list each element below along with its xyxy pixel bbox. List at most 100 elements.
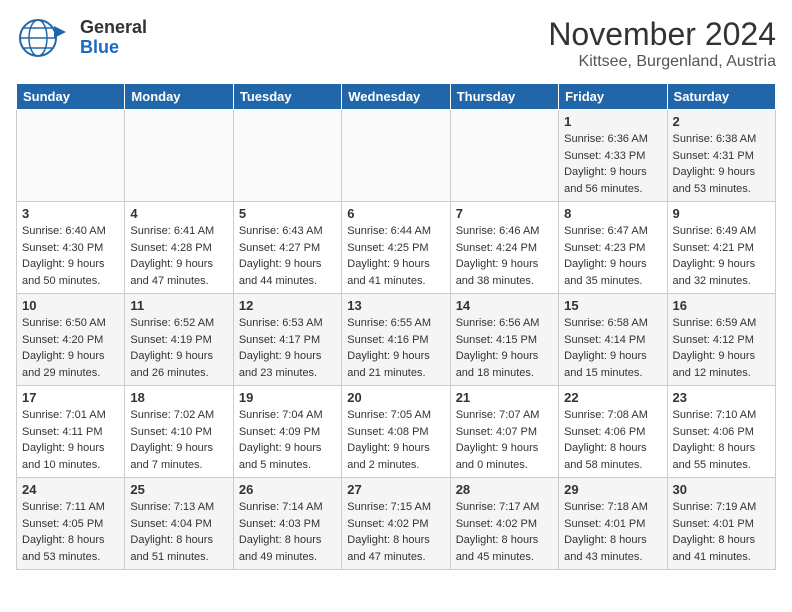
day-info-line: and 21 minutes. (347, 365, 444, 382)
day-info: Sunrise: 7:07 AMSunset: 4:07 PMDaylight:… (456, 407, 553, 473)
day-info-line: and 7 minutes. (130, 457, 227, 474)
day-info-line: Sunrise: 6:59 AM (673, 315, 770, 332)
day-info-line: Sunset: 4:02 PM (456, 516, 553, 533)
calendar-cell: 14 Sunrise: 6:56 AMSunset: 4:15 PMDayligh… (450, 294, 558, 386)
day-number: 6 (347, 206, 444, 221)
day-number: 10 (22, 298, 119, 313)
day-info-line: Sunrise: 6:44 AM (347, 223, 444, 240)
day-info-line: and 44 minutes. (239, 273, 336, 290)
day-info-line: Sunrise: 7:11 AM (22, 499, 119, 516)
day-info-line: and 41 minutes. (673, 549, 770, 566)
day-info-line: Sunset: 4:14 PM (564, 332, 661, 349)
day-info-line: Daylight: 9 hours (456, 256, 553, 273)
day-number: 14 (456, 298, 553, 313)
day-info-line: Sunset: 4:06 PM (564, 424, 661, 441)
day-info-line: Sunset: 4:33 PM (564, 148, 661, 165)
day-number: 22 (564, 390, 661, 405)
day-info-line: Sunrise: 6:41 AM (130, 223, 227, 240)
day-info: Sunrise: 7:01 AMSunset: 4:11 PMDaylight:… (22, 407, 119, 473)
day-info-line: and 23 minutes. (239, 365, 336, 382)
calendar-cell: 15Sunrise: 6:58 AMSunset: 4:14 PMDayligh… (559, 294, 667, 386)
day-info-line: Daylight: 9 hours (22, 256, 119, 273)
day-info-line: and 35 minutes. (564, 273, 661, 290)
calendar-cell: 1Sunrise: 6:36 AMSunset: 4:33 PMDaylight… (559, 110, 667, 202)
day-info-line: and 18 minutes. (456, 365, 553, 382)
calendar-cell: 7Sunrise: 6:46 AMSunset: 4:24 PMDaylight… (450, 202, 558, 294)
calendar-cell: 6Sunrise: 6:44 AMSunset: 4:25 PMDaylight… (342, 202, 450, 294)
day-info-line: Sunrise: 6:49 AM (673, 223, 770, 240)
day-number: 7 (456, 206, 553, 221)
calendar-cell: 11Sunrise: 6:52 AMSunset: 4:19 PMDayligh… (125, 294, 233, 386)
day-info-line: and 45 minutes. (456, 549, 553, 566)
day-info: Sunrise: 6:36 AMSunset: 4:33 PMDaylight:… (564, 131, 661, 197)
day-info-line: Sunrise: 7:19 AM (673, 499, 770, 516)
day-info-line: Daylight: 9 hours (673, 164, 770, 181)
day-info: Sunrise: 6:47 AMSunset: 4:23 PMDaylight:… (564, 223, 661, 289)
weekday-header-thursday: Thursday (450, 84, 558, 110)
weekday-header-tuesday: Tuesday (233, 84, 341, 110)
day-info-line: Sunrise: 6:43 AM (239, 223, 336, 240)
day-info-line: Sunset: 4:27 PM (239, 240, 336, 257)
day-info-line: Sunrise: 6:36 AM (564, 131, 661, 148)
day-number: 25 (130, 482, 227, 497)
day-info: Sunrise: 6:43 AMSunset: 4:27 PMDaylight:… (239, 223, 336, 289)
day-info-line: Daylight: 9 hours (347, 348, 444, 365)
day-info: Sunrise: 7:11 AMSunset: 4:05 PMDaylight:… (22, 499, 119, 565)
day-info-line: Sunrise: 6:52 AM (130, 315, 227, 332)
day-info-line: Daylight: 9 hours (22, 440, 119, 457)
calendar-cell: 26Sunrise: 7:14 AMSunset: 4:03 PMDayligh… (233, 478, 341, 570)
calendar-cell: 24Sunrise: 7:11 AMSunset: 4:05 PMDayligh… (17, 478, 125, 570)
day-info-line: Sunrise: 7:15 AM (347, 499, 444, 516)
day-number: 23 (673, 390, 770, 405)
day-info: Sunrise: 6:59 AMSunset: 4:12 PMDaylight:… (673, 315, 770, 381)
day-info-line: Daylight: 9 hours (673, 256, 770, 273)
calendar-cell: 5Sunrise: 6:43 AMSunset: 4:27 PMDaylight… (233, 202, 341, 294)
day-number: 20 (347, 390, 444, 405)
day-info-line: Sunset: 4:17 PM (239, 332, 336, 349)
calendar-cell: 12Sunrise: 6:53 AMSunset: 4:17 PMDayligh… (233, 294, 341, 386)
day-info-line: Sunrise: 7:04 AM (239, 407, 336, 424)
day-info: Sunrise: 7:05 AMSunset: 4:08 PMDaylight:… (347, 407, 444, 473)
day-info-line: Sunset: 4:15 PM (456, 332, 553, 349)
day-info-line: Sunrise: 6:47 AM (564, 223, 661, 240)
day-info-line: and 2 minutes. (347, 457, 444, 474)
day-info-line: and 49 minutes. (239, 549, 336, 566)
day-info: Sunrise: 6:56 AMSunset: 4:15 PMDaylight:… (456, 315, 553, 381)
day-number: 3 (22, 206, 119, 221)
calendar-cell: 27Sunrise: 7:15 AMSunset: 4:02 PMDayligh… (342, 478, 450, 570)
day-info-line: and 53 minutes. (22, 549, 119, 566)
page-subtitle: Kittsee, Burgenland, Austria (548, 53, 776, 71)
day-number: 2 (673, 114, 770, 129)
day-number: 13 (347, 298, 444, 313)
day-info-line: Daylight: 8 hours (22, 532, 119, 549)
weekday-header-friday: Friday (559, 84, 667, 110)
logo: General Blue (16, 16, 147, 60)
calendar-header: SundayMondayTuesdayWednesdayThursdayFrid… (17, 84, 776, 110)
day-info-line: Daylight: 9 hours (456, 440, 553, 457)
day-info-line: Sunrise: 7:01 AM (22, 407, 119, 424)
day-info-line: Sunset: 4:21 PM (673, 240, 770, 257)
day-info-line: and 47 minutes. (130, 273, 227, 290)
day-info-line: and 38 minutes. (456, 273, 553, 290)
day-info-line: Daylight: 8 hours (130, 532, 227, 549)
day-info-line: Daylight: 8 hours (239, 532, 336, 549)
calendar-cell: 8Sunrise: 6:47 AMSunset: 4:23 PMDaylight… (559, 202, 667, 294)
calendar-cell: 3Sunrise: 6:40 AMSunset: 4:30 PMDaylight… (17, 202, 125, 294)
day-info-line: Sunrise: 6:56 AM (456, 315, 553, 332)
calendar-cell: 19Sunrise: 7:04 AMSunset: 4:09 PMDayligh… (233, 386, 341, 478)
calendar-cell: 18Sunrise: 7:02 AMSunset: 4:10 PMDayligh… (125, 386, 233, 478)
calendar-table: SundayMondayTuesdayWednesdayThursdayFrid… (16, 83, 776, 570)
day-number: 15 (564, 298, 661, 313)
day-number: 11 (130, 298, 227, 313)
day-info-line: Sunrise: 6:46 AM (456, 223, 553, 240)
calendar-body: 1Sunrise: 6:36 AMSunset: 4:33 PMDaylight… (17, 110, 776, 570)
day-info-line: Sunset: 4:07 PM (456, 424, 553, 441)
day-info-line: Sunrise: 7:05 AM (347, 407, 444, 424)
day-info: Sunrise: 7:04 AMSunset: 4:09 PMDaylight:… (239, 407, 336, 473)
day-info-line: Sunset: 4:05 PM (22, 516, 119, 533)
calendar-cell (342, 110, 450, 202)
title-block: November 2024 Kittsee, Burgenland, Austr… (548, 16, 776, 71)
day-info-line: Daylight: 8 hours (456, 532, 553, 549)
day-info-line: Sunrise: 7:13 AM (130, 499, 227, 516)
day-info: Sunrise: 6:53 AMSunset: 4:17 PMDaylight:… (239, 315, 336, 381)
